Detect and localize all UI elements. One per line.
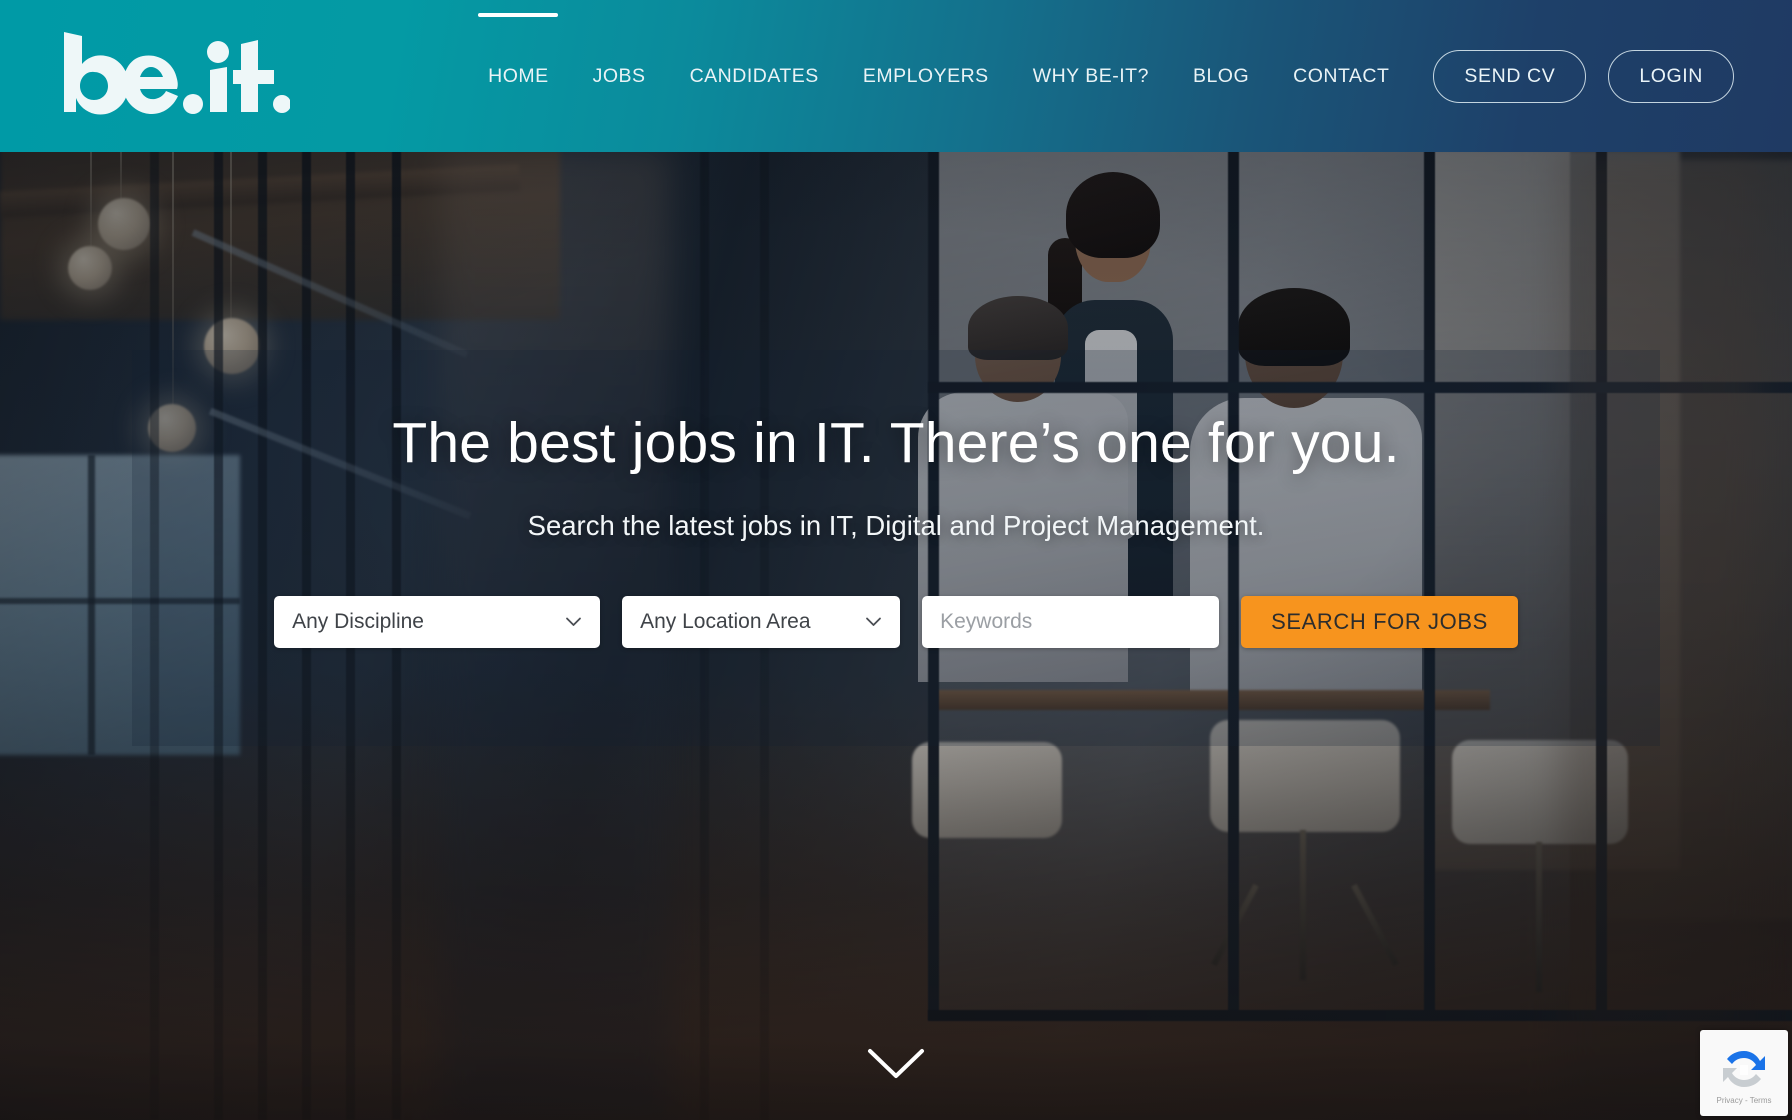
chevron-down-icon xyxy=(565,613,582,630)
recaptcha-badge[interactable]: Privacy - Terms xyxy=(1700,1030,1788,1116)
location-select[interactable]: Any Location Area xyxy=(622,595,901,648)
search-for-jobs-button[interactable]: SEARCH FOR JOBS xyxy=(1241,595,1518,648)
logo[interactable] xyxy=(60,30,290,122)
nav-item-candidates[interactable]: CANDIDATES xyxy=(668,55,841,98)
nav-item-jobs[interactable]: JOBS xyxy=(571,55,668,98)
job-search-form: Any Discipline Any Location Area Keyword… xyxy=(274,595,1518,648)
scroll-down-chevron-icon[interactable] xyxy=(867,1048,925,1080)
discipline-select-value: Any Discipline xyxy=(292,609,424,633)
location-select-wrap: Any Location Area xyxy=(622,595,901,648)
nav-item-why-be-it[interactable]: WHY BE-IT? xyxy=(1011,55,1171,98)
nav-links: HOME JOBS CANDIDATES EMPLOYERS WHY BE-IT… xyxy=(466,55,1411,98)
location-select-value: Any Location Area xyxy=(640,609,811,633)
nav-item-contact[interactable]: CONTACT xyxy=(1271,55,1411,98)
keywords-input[interactable] xyxy=(922,595,1220,648)
site-header: HOME JOBS CANDIDATES EMPLOYERS WHY BE-IT… xyxy=(0,0,1792,152)
chevron-down-icon xyxy=(865,613,882,630)
send-cv-button[interactable]: SEND CV xyxy=(1433,49,1587,103)
nav-item-employers[interactable]: EMPLOYERS xyxy=(841,55,1011,98)
page-root: HOME JOBS CANDIDATES EMPLOYERS WHY BE-IT… xyxy=(0,0,1792,1120)
login-button[interactable]: LOGIN xyxy=(1608,49,1734,103)
recaptcha-label: Privacy - Terms xyxy=(1716,1096,1772,1105)
recaptcha-icon xyxy=(1723,1051,1765,1087)
discipline-select[interactable]: Any Discipline xyxy=(274,595,601,648)
nav-item-home[interactable]: HOME xyxy=(466,55,571,98)
main-navigation: HOME JOBS CANDIDATES EMPLOYERS WHY BE-IT… xyxy=(290,49,1792,103)
hero-overlay-panel xyxy=(132,350,1660,746)
discipline-select-wrap: Any Discipline xyxy=(274,595,601,648)
nav-item-blog[interactable]: BLOG xyxy=(1171,55,1271,98)
